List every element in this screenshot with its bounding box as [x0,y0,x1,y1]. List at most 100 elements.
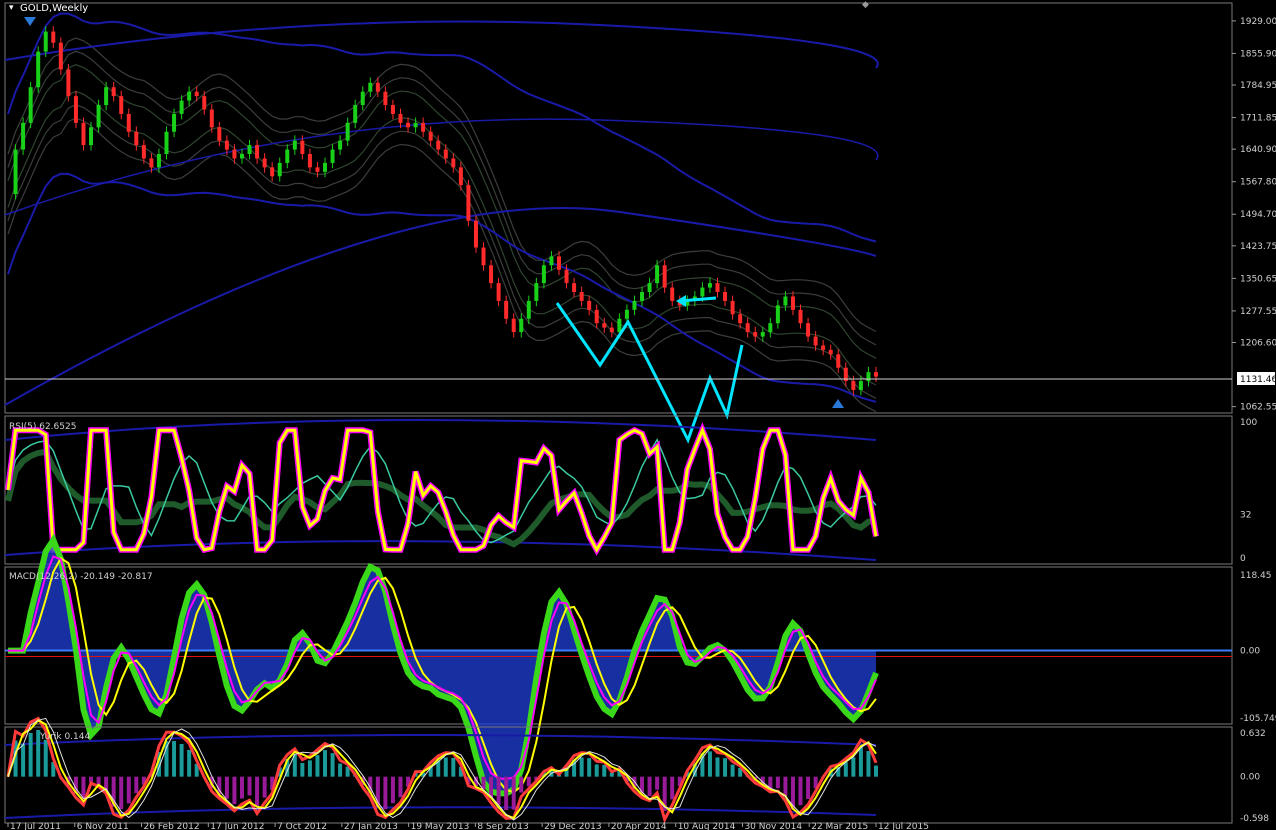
oscillator-bar [89,776,94,782]
candle-body [473,220,478,248]
candle-body [194,91,199,97]
candle-body [526,300,531,319]
oscillator-bar [43,739,48,777]
candle-body [421,122,426,132]
candle-body [541,265,546,284]
macd-tick-label: 0.00 [1240,647,1260,657]
time-tick-label: 7 Oct 2012 [277,822,327,830]
price-tick-label: 1494.70 [1240,210,1276,220]
oscillator-bar [670,776,675,800]
candle-body [858,381,863,390]
candle-body [813,336,818,346]
candle-body [134,131,139,146]
candle-body [390,105,395,114]
oscillator-bar [496,776,501,805]
oscillator-bar [526,776,531,787]
oscillator-bar [655,776,660,790]
candle-body [534,283,539,301]
price-tick-label: 1711.85 [1240,114,1276,124]
candle-body [277,162,282,177]
candle-body [798,309,803,324]
trading-chart[interactable]: ▾ GOLD,Weekly 1929.00 1855.90 1784.95 1711.… [0,0,1276,830]
oscillator-bar [390,776,395,804]
oscillator-bar [224,776,229,799]
oscillator-bar [398,776,403,798]
time-tick-label: 30 Nov 2014 [744,822,802,830]
candle-body [247,145,252,155]
time-tick-label: 27 Jan 2013 [344,822,398,830]
candle-body [413,122,418,128]
time-tick-label: 26 Feb 2012 [144,822,200,830]
candle-body [790,296,795,310]
candle-body [549,256,554,266]
candle-body [315,167,320,172]
candle-body [715,283,720,293]
oscillator-bar [489,776,494,798]
candle-body [707,283,712,288]
candle-body [519,318,524,333]
symbol-dropdown-icon[interactable]: ▾ [9,3,14,13]
candle-body [338,140,343,150]
candle-body [119,96,124,114]
time-tick-label: 29 Dec 2013 [544,822,602,830]
oscillator-tick-label: 0.00 [1240,773,1260,783]
candle-body [760,332,765,337]
oscillator-bar [858,747,863,777]
oscillator-bar [179,743,184,777]
scroll-marker-icon[interactable]: ◆ [862,0,869,10]
oscillator-bar [232,776,237,805]
oscillator-bar [323,750,328,777]
oscillator-bar [647,776,652,796]
macd-label: MACD(12,26,2) -20.149 -20.817 [9,572,153,582]
candle-body [836,354,841,368]
candle-body [874,372,878,377]
candle-body [96,105,101,128]
candle-body [360,91,365,106]
candle-body [255,145,260,159]
candle-body [745,323,750,333]
candle-body [564,269,569,284]
oscillator-bar [96,776,101,785]
oscillator-bar [707,751,712,777]
candle-body [126,113,131,132]
candle-body [730,300,735,315]
macd-tick-label: -105.749 [1240,714,1276,724]
time-tick-label: 20 Apr 2014 [611,822,667,830]
candle-body [81,122,86,146]
candle-body [292,140,297,150]
candle-body [700,287,705,297]
time-tick-label: 17 Jul 2011 [10,822,61,830]
oscillator-bar [866,751,871,777]
candle-body [398,113,403,123]
candle-body [285,149,290,163]
candle-body [179,100,184,114]
candle-body [164,131,169,155]
candle-body [73,96,78,123]
candle-body [262,158,267,168]
oscillator-bar [451,757,456,777]
rsi-label: RSI(5) 62.6525 [9,422,76,432]
candle-body [481,247,486,266]
oscillator-bar [798,776,803,806]
candle-body [496,283,501,301]
candle-body [458,167,463,186]
price-tick-label: 1277.55 [1240,307,1276,317]
oscillator-tick-label: -0.598 [1240,814,1269,824]
candle-body [670,287,675,301]
oscillator-bar [640,776,645,794]
price-tick-label: 1640.90 [1240,145,1276,155]
candle-body [330,149,335,163]
candle-body [58,42,63,70]
oscillator-bar [874,765,878,777]
oscillator-bar [519,776,524,793]
price-tick-label: 1206.60 [1240,339,1276,349]
candle-body [353,105,358,123]
oscillator-bar [806,776,811,799]
oscillator-bar [481,776,486,790]
candle-body [806,323,811,337]
oscillator-bar [730,764,735,777]
candle-body [239,154,244,159]
oscillator-bar [504,776,509,811]
candle-body [753,332,758,337]
price-tick-label: 1855.90 [1240,49,1276,59]
